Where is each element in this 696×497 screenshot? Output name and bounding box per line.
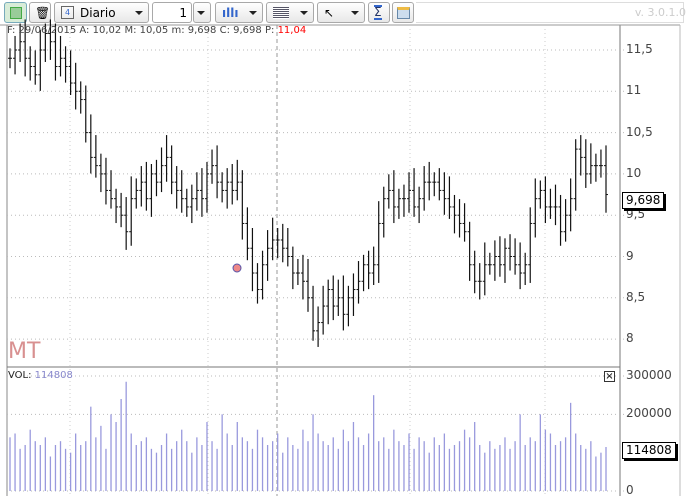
ohlc-info: F: 29/06/2015 A: 10,02 M: 10,05 m: 9,698… bbox=[7, 25, 306, 36]
chart-area[interactable] bbox=[0, 0, 696, 496]
event-marker bbox=[232, 263, 242, 273]
open-label: A: bbox=[79, 25, 90, 36]
low-value: 9,698 bbox=[187, 25, 217, 36]
close-volume-panel-icon[interactable]: × bbox=[604, 371, 615, 382]
price-tick-label: 10,5 bbox=[626, 124, 653, 139]
volume-value: 114808 bbox=[34, 370, 73, 381]
price-tick-label: 9 bbox=[626, 248, 634, 263]
volume-tick-label: 0 bbox=[626, 483, 634, 497]
low-label: m: bbox=[171, 25, 185, 36]
current-volume-tag: 114808 bbox=[622, 442, 676, 459]
volume-label-text: VOL: bbox=[8, 370, 32, 381]
price-tick-label: 8,5 bbox=[626, 289, 646, 304]
price-tick-label: 11 bbox=[626, 83, 642, 98]
date-label: F: bbox=[7, 25, 16, 36]
price-tick-label: 9,5 bbox=[626, 207, 646, 222]
price-tick-label: 8 bbox=[626, 331, 634, 346]
high-label: M: bbox=[124, 25, 137, 36]
volume-tick-label: 300000 bbox=[626, 368, 672, 382]
volume-tick-label: 200000 bbox=[626, 406, 672, 421]
high-value: 10,05 bbox=[139, 25, 169, 36]
cursor-price-label: P: bbox=[264, 25, 275, 36]
close-label: C: bbox=[219, 25, 230, 36]
price-tick-label: 10 bbox=[626, 165, 642, 180]
close-value: 9,698 bbox=[233, 25, 262, 36]
current-price-tag: 9,698 bbox=[622, 192, 665, 209]
cursor-price-value: 11,04 bbox=[277, 25, 307, 36]
volume-label: VOL: 114808 bbox=[8, 370, 73, 381]
price-tick-label: 11,5 bbox=[626, 42, 653, 56]
watermark: MT bbox=[8, 339, 41, 364]
open-value: 10,02 bbox=[92, 25, 122, 36]
date-value: 29/06/2015 bbox=[18, 25, 77, 36]
